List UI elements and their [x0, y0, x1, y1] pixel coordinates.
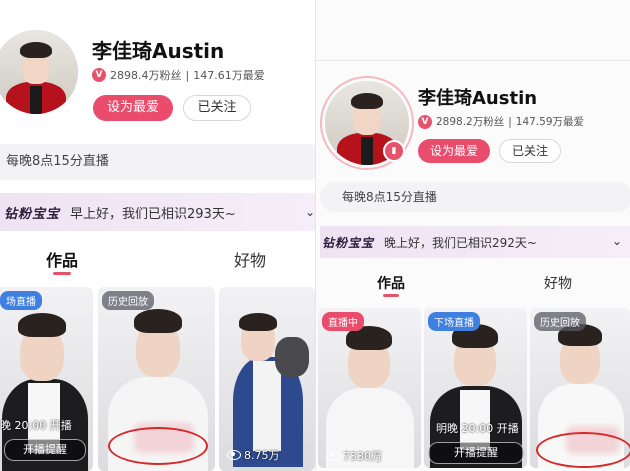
fans-count: 2898.4万粉丝	[110, 69, 182, 82]
following-button[interactable]: 已关注	[499, 139, 561, 163]
tab-products[interactable]: 好物	[234, 247, 266, 271]
view-count: 7330万	[326, 448, 382, 464]
card-live-time: 晚 20:00 开播	[0, 419, 72, 432]
following-button[interactable]: 已关注	[183, 95, 251, 121]
fan-greeting-text: 早上好，我们已相识293天~	[70, 206, 236, 222]
card-tag: 直播中	[322, 312, 364, 331]
favs-count: 147.59万最爱	[515, 116, 585, 128]
active-tab-indicator	[53, 272, 71, 275]
card-live-time: 明晚 20:00 开播	[436, 422, 519, 435]
live-reminder-button[interactable]: 开播提醒	[428, 442, 524, 464]
video-card[interactable]: 历史回放	[98, 287, 215, 471]
profile-avatar[interactable]	[0, 30, 78, 114]
stats-separator: |	[508, 115, 512, 128]
video-card[interactable]: 下场直播 明晚 20:00 开播 开播提醒	[424, 308, 527, 468]
tab-works[interactable]: 作品	[46, 247, 78, 271]
live-schedule: 每晚8点15分直播	[0, 144, 315, 180]
eye-icon	[227, 450, 241, 460]
annotation-circle	[536, 432, 630, 468]
fan-greeting-bar[interactable]: 钻粉宝宝 早上好，我们已相识293天~	[0, 193, 315, 231]
fan-brand-label: 钻粉宝宝	[4, 206, 61, 222]
favs-count: 147.61万最爱	[193, 69, 265, 82]
chevron-down-icon[interactable]: ⌄	[305, 205, 315, 219]
view-count-value: 8.75万	[244, 449, 280, 462]
verified-v-icon: V	[92, 68, 106, 82]
annotation-circle	[108, 427, 208, 465]
profile-stats: V 2898.4万粉丝 | 147.61万最爱	[92, 67, 265, 83]
card-tag: 历史回放	[102, 291, 154, 310]
profile-name: 李佳琦Austin	[418, 88, 538, 109]
set-favorite-button[interactable]: 设为最爱	[418, 139, 490, 163]
left-profile-screen: 李佳琦Austin V 2898.4万粉丝 | 147.61万最爱 设为最爱 已…	[0, 0, 315, 471]
live-schedule: 每晚8点15分直播	[320, 182, 630, 212]
fans-count: 2898.2万粉丝	[436, 116, 505, 128]
fan-greeting-text: 晚上好，我们已相识292天~	[384, 235, 537, 250]
card-tag: 场直播	[0, 291, 42, 310]
card-tag: 历史回放	[534, 312, 586, 331]
video-card[interactable]: 场直播 晚 20:00 开播 开播提醒	[0, 287, 93, 471]
live-bars-icon: ▮	[383, 140, 405, 162]
view-count-value: 7330万	[343, 450, 382, 463]
eye-icon	[326, 451, 340, 461]
verified-v-icon: V	[418, 114, 432, 129]
video-card[interactable]: 历史回放	[530, 308, 630, 468]
tab-works[interactable]: 作品	[377, 273, 405, 293]
profile-stats: V 2898.2万粉丝 | 147.59万最爱	[418, 114, 584, 129]
video-card[interactable]: 8.75万	[219, 287, 315, 471]
set-favorite-button[interactable]: 设为最爱	[93, 95, 173, 121]
fan-brand-label: 钻粉宝宝	[322, 235, 375, 250]
chevron-down-icon[interactable]: ⌄	[612, 234, 622, 248]
live-reminder-button[interactable]: 开播提醒	[4, 439, 86, 461]
tab-products[interactable]: 好物	[544, 273, 572, 293]
profile-name: 李佳琦Austin	[92, 39, 225, 63]
view-count: 8.75万	[227, 447, 280, 463]
right-profile-screen: ▮ 李佳琦Austin V 2898.2万粉丝 | 147.59万最爱 设为最爱…	[316, 0, 630, 471]
top-rule	[316, 60, 630, 61]
active-tab-indicator	[383, 294, 399, 297]
fan-greeting-bar[interactable]: 钻粉宝宝 晚上好，我们已相识292天~	[320, 226, 630, 258]
stats-separator: |	[185, 68, 190, 82]
card-tag: 下场直播	[428, 312, 480, 331]
video-card[interactable]: 直播中 7330万	[318, 308, 421, 468]
